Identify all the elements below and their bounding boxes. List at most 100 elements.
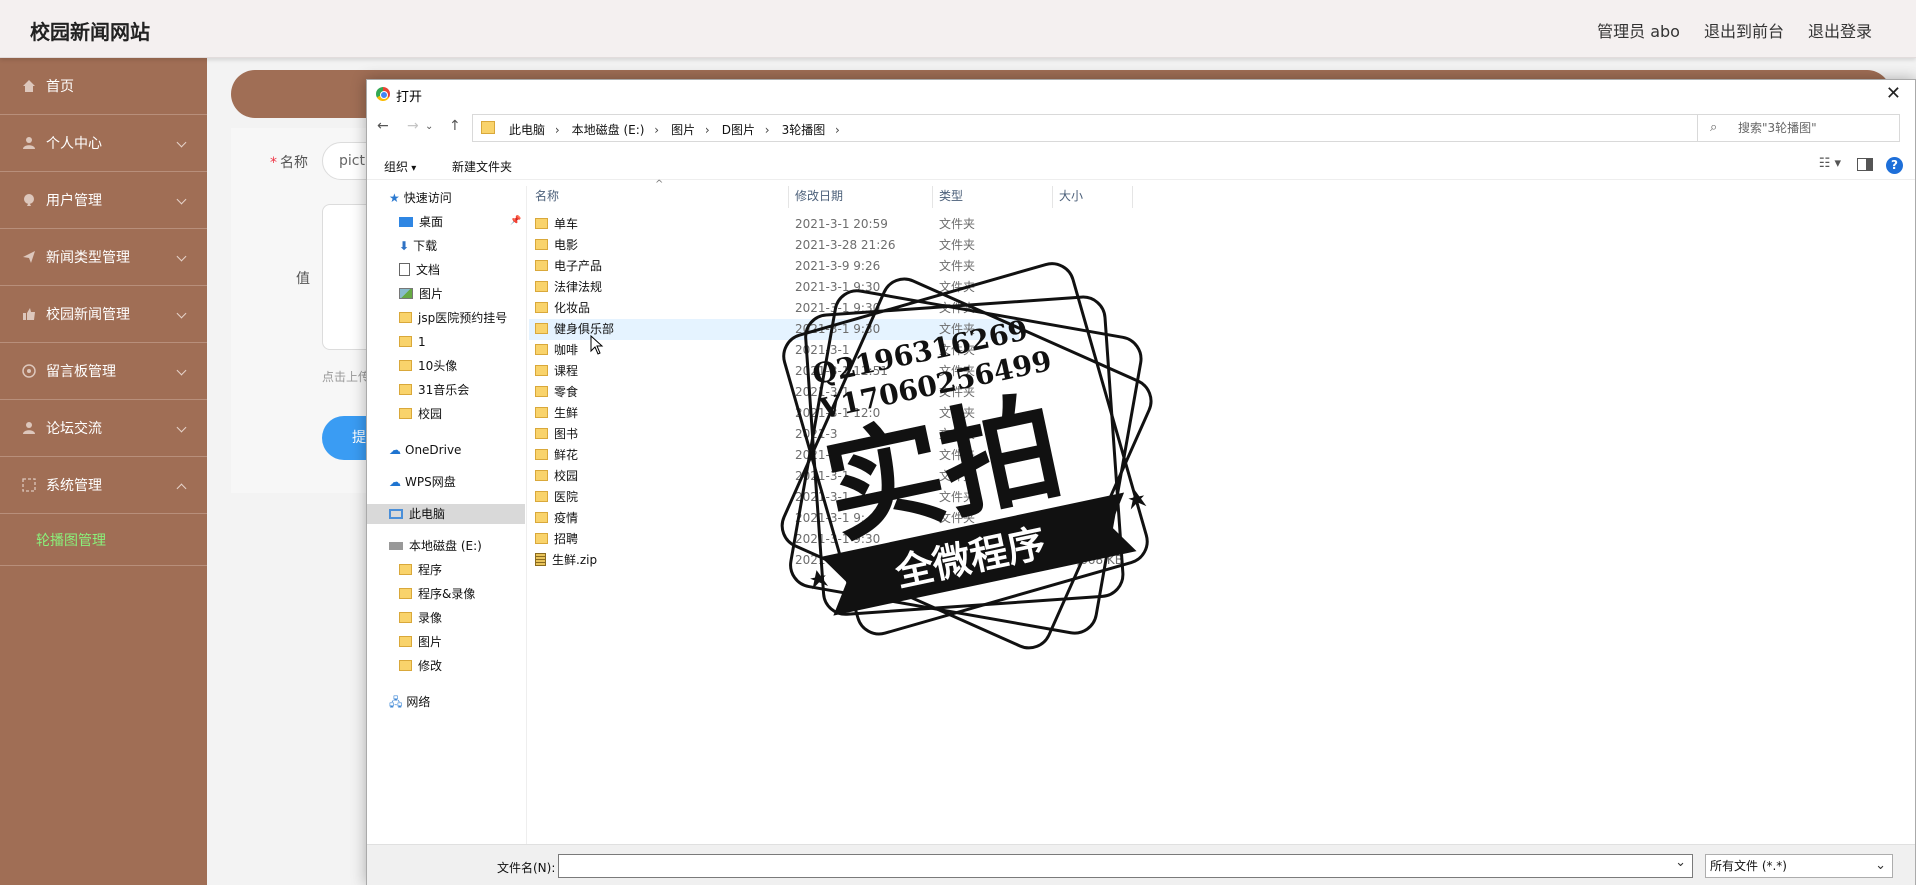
breadcrumb-item[interactable]: 本地磁盘 (E:): [572, 121, 659, 138]
name-label: * 名称: [270, 152, 308, 172]
sidebar-item-label: 系统管理: [46, 478, 102, 494]
tree-item-folder[interactable]: 录像: [399, 608, 442, 628]
breadcrumb-item[interactable]: D图片: [722, 121, 770, 138]
file-list-row[interactable]: 化妆品 2021-3-1 9:30 文件夹: [529, 298, 1129, 319]
folder-icon: [535, 386, 548, 397]
navigation-row: ← → ⌄ ↑ 此电脑 本地磁盘 (E:) 图片 D图片 3轮播图 ⌄ ↻ ⌕ …: [367, 112, 1915, 144]
column-header-size[interactable]: 大小: [1053, 186, 1133, 208]
tree-item-label: 文档: [416, 263, 441, 277]
file-list-row[interactable]: 疫情 2021-3-1 9: 文件夹: [529, 508, 1129, 529]
file-list-row[interactable]: 鲜花 2021-3 文件夹: [529, 445, 1129, 466]
breadcrumb-item[interactable]: 图片: [671, 121, 710, 138]
sidebar-item-users[interactable]: 用户管理: [0, 172, 207, 229]
sidebar-item-news-types[interactable]: 新闻类型管理: [0, 229, 207, 286]
sidebar-item-label: 留言板管理: [46, 364, 116, 380]
file-list-row[interactable]: 招聘 2021-3-1 9:30 文件夹: [529, 529, 1129, 550]
file-name-text: 鲜花: [554, 448, 579, 462]
site-title: 校园新闻网站: [30, 20, 150, 44]
tree-item-folder[interactable]: 10头像: [399, 356, 457, 376]
file-list-row[interactable]: 生鲜 2021-3-1 12:0 文件夹: [529, 403, 1129, 424]
tree-item-folder[interactable]: 程序&录像: [399, 584, 475, 604]
history-dropdown-icon[interactable]: ⌄: [425, 121, 433, 132]
up-arrow-icon[interactable]: ↑: [449, 118, 461, 134]
file-name-text: 零食: [554, 385, 579, 399]
file-type: 文件夹: [939, 343, 976, 357]
sidebar-item-messages[interactable]: 留言板管理: [0, 343, 207, 400]
sidebar-subitem-carousel[interactable]: 轮播图管理: [0, 514, 207, 566]
sidebar-item-system[interactable]: 系统管理: [0, 457, 207, 514]
tree-item-pictures[interactable]: 图片: [399, 284, 443, 304]
forward-arrow-icon[interactable]: →: [407, 118, 419, 134]
search-input[interactable]: ⌕ 搜索"3轮播图": [1697, 114, 1900, 142]
filetype-select[interactable]: 所有文件 (*.*): [1705, 854, 1893, 878]
file-list-row[interactable]: 课程 2021-3-1 11:51 文件夹: [529, 361, 1129, 382]
tree-item-network[interactable]: 🖧 网络: [389, 692, 430, 712]
folder-icon: [399, 636, 412, 647]
filename-input[interactable]: [558, 854, 1693, 878]
column-header-date[interactable]: 修改日期: [789, 186, 933, 208]
tree-item-folder[interactable]: 校园: [399, 404, 442, 424]
tree-item-this-pc[interactable]: 此电脑: [367, 504, 525, 524]
file-list-row[interactable]: 电影 2021-3-28 21:26 文件夹: [529, 235, 1129, 256]
file-name: 零食: [535, 382, 578, 403]
organize-button[interactable]: 组织: [384, 158, 416, 175]
help-icon[interactable]: ?: [1886, 157, 1903, 174]
column-header-name[interactable]: 名称: [529, 186, 789, 208]
sidebar-item-label: 首页: [46, 79, 74, 95]
file-date: 2021-3-1 9:30: [795, 532, 881, 546]
chevron-down-icon: [176, 365, 187, 376]
sidebar-item-forum[interactable]: 论坛交流: [0, 400, 207, 457]
file-date: 2021-3-1: [795, 343, 850, 357]
file-list-row[interactable]: 医院 2021-3-1 文件夹: [529, 487, 1129, 508]
address-bar[interactable]: 此电脑 本地磁盘 (E:) 图片 D图片 3轮播图 ⌄ ↻: [472, 114, 1790, 142]
close-icon[interactable]: ✕: [1886, 83, 1901, 104]
folder-icon: [399, 612, 412, 623]
file-list-row[interactable]: 图书 2021-3 文件夹: [529, 424, 1129, 445]
file-name: 电影: [535, 235, 578, 256]
tree-item-drive[interactable]: 本地磁盘 (E:): [389, 536, 482, 556]
file-list-row[interactable]: 零食 2021-3-1 文件夹: [529, 382, 1129, 403]
tree-item-folder[interactable]: 修改: [399, 656, 442, 676]
file-date: 2021-3-1 11:51: [795, 364, 888, 378]
file-name-text: 疫情: [554, 511, 579, 525]
new-folder-button[interactable]: 新建文件夹: [452, 158, 512, 175]
file-list-row[interactable]: 生鲜.zip 2021-2-24 16: 1,668 KB: [529, 550, 1129, 571]
breadcrumb-item[interactable]: 3轮播图: [782, 121, 840, 138]
tree-item-folder[interactable]: 31音乐会: [399, 380, 469, 400]
tree-item-folder[interactable]: 1: [399, 332, 426, 352]
file-list-row[interactable]: 法律法规 2021-3-1 9:30 文件夹: [529, 277, 1129, 298]
breadcrumb-item[interactable]: 此电脑: [509, 121, 560, 138]
file-list-row[interactable]: 电子产品 2021-3-9 9:26 文件夹: [529, 256, 1129, 277]
folder-icon: [535, 449, 548, 460]
tree-item-quick-access[interactable]: ★ 快速访问: [389, 188, 452, 208]
preview-pane-icon[interactable]: [1857, 158, 1873, 171]
file-name: 医院: [535, 487, 578, 508]
file-list-row[interactable]: 校园 2021-3-1 文件夹: [529, 466, 1129, 487]
file-date: 2021-3-1 20:59: [795, 217, 888, 231]
file-list-row[interactable]: 单车 2021-3-1 20:59 文件夹: [529, 214, 1129, 235]
tree-item-wps[interactable]: ☁ WPS网盘: [389, 472, 456, 492]
tree-item-folder[interactable]: 程序: [399, 560, 442, 580]
logout-link[interactable]: 退出登录: [1808, 18, 1872, 42]
tree-item-documents[interactable]: 文档: [399, 260, 440, 280]
sidebar: 首页 个人中心 用户管理 新闻类型管理 校园新闻管理 留言板管理 论坛交流 系统…: [0, 58, 207, 885]
tree-item-folder[interactable]: jsp医院预约挂号: [399, 308, 507, 328]
back-arrow-icon[interactable]: ←: [377, 118, 389, 134]
tree-item-folder[interactable]: 图片: [399, 632, 442, 652]
sidebar-item-profile[interactable]: 个人中心: [0, 115, 207, 172]
file-list-row[interactable]: 咖啡 2021-3-1 文件夹: [529, 340, 1129, 361]
tree-item-label: 下载: [413, 239, 438, 253]
view-options-icon[interactable]: ☷ ▾: [1819, 156, 1841, 171]
chevron-down-icon: [176, 422, 187, 433]
tree-item-downloads[interactable]: ⬇ 下载: [399, 236, 437, 256]
admin-user-link[interactable]: 管理员 abo: [1597, 18, 1680, 42]
dialog-title-bar: 打开 ✕: [367, 80, 1915, 108]
network-icon: 🖧: [389, 695, 403, 709]
sidebar-item-home[interactable]: 首页: [0, 58, 207, 115]
file-type: 文件夹: [939, 427, 976, 441]
exit-to-front-link[interactable]: 退出到前台: [1704, 18, 1784, 42]
column-header-type[interactable]: 类型: [933, 186, 1053, 208]
tree-item-onedrive[interactable]: ☁ OneDrive: [389, 440, 461, 460]
sidebar-item-campus-news[interactable]: 校园新闻管理: [0, 286, 207, 343]
tree-item-desktop[interactable]: 桌面: [399, 212, 443, 232]
